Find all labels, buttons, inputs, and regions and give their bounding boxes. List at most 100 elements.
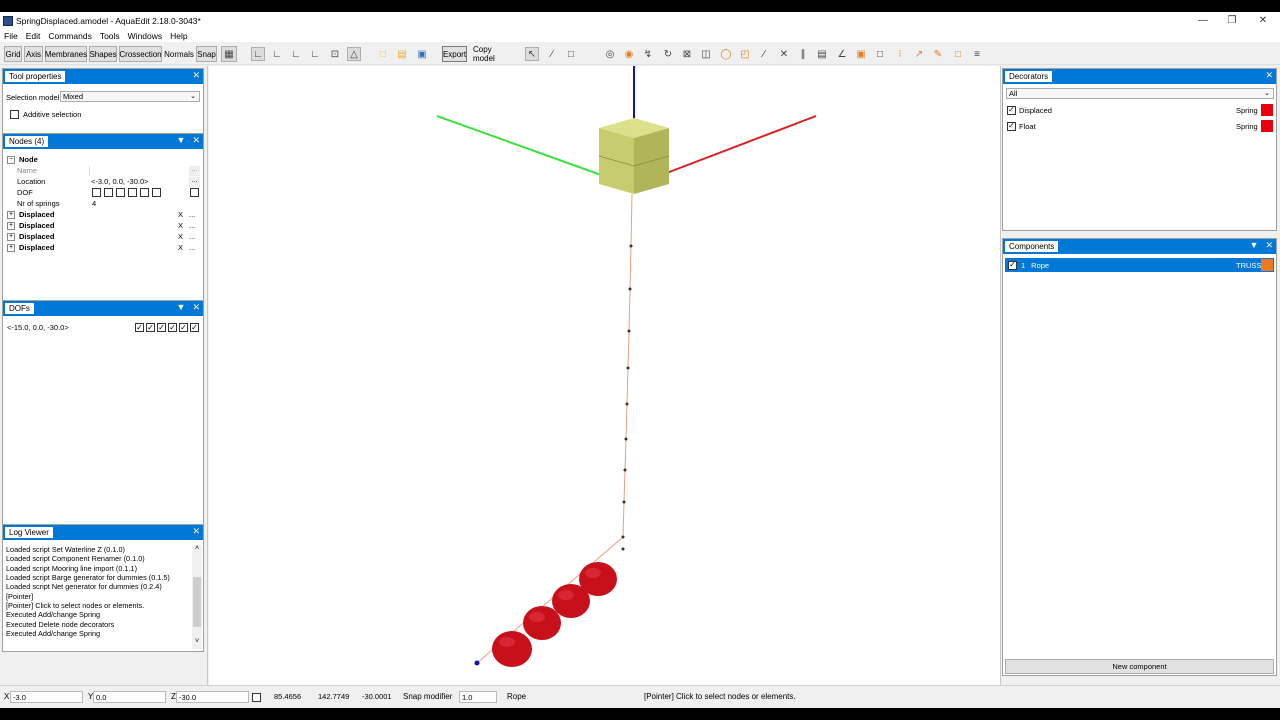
location-more-button[interactable]: ... [189,176,200,187]
collapse-icon[interactable]: − [7,155,15,164]
decorator-more-button[interactable]: ... [189,232,195,241]
x-input[interactable]: -3.0 [10,691,83,703]
mirror-tool-icon[interactable]: ◫ [699,47,713,61]
split-tool-icon[interactable]: ∕ [757,47,771,61]
float-tool-icon[interactable]: ◯ [719,47,733,61]
save-icon[interactable]: ▣ [415,47,429,61]
expand-icon[interactable]: + [7,221,15,230]
connect-tool-icon[interactable]: ↗ [912,47,926,61]
menu-windows[interactable]: Windows [128,31,162,41]
dof-checkbox[interactable] [128,188,137,197]
close-icon[interactable]: ✕ [1246,12,1280,29]
view-yz-icon[interactable]: ∟ [289,47,303,61]
decorator-more-button[interactable]: ... [189,210,195,219]
open-folder-icon[interactable]: ▤ [395,47,409,61]
crossection-toggle-button[interactable]: Crossection [119,46,162,62]
parallel-tool-icon[interactable]: ∥ [796,47,810,61]
decorator-row[interactable]: + Displaced X ... [3,220,203,231]
grid-toggle-button[interactable]: Grid [4,46,22,62]
decorator-checkbox[interactable]: ✓ [1007,121,1016,131]
name-field[interactable] [89,165,189,176]
component-color-swatch[interactable] [1261,259,1273,271]
edit-tool-icon[interactable]: ✎ [931,47,945,61]
dof-row[interactable]: <-15.0, 0.0, -30.0> ✓ ✓ ✓ ✓ ✓ ✓ [3,322,203,333]
anchor-box[interactable] [598,118,670,194]
snap-toggle-button[interactable]: Snap [196,46,217,62]
angle-tool-icon[interactable]: ∠ [835,47,849,61]
dof-checkbox[interactable] [92,188,101,197]
close-icon[interactable]: ✕ [192,302,200,313]
select-box-icon[interactable]: □ [873,47,887,61]
hatch-tool-icon[interactable]: ▤ [815,47,829,61]
close-icon[interactable]: ✕ [192,526,200,537]
rectangle-tool-icon[interactable]: □ [564,47,578,61]
sphere-tool-icon[interactable]: ◰ [738,47,752,61]
dof-all-checkbox[interactable] [190,188,199,197]
view-xz-icon[interactable]: ∟ [251,47,265,61]
dropdown-arrow-icon[interactable]: ▼ [177,302,186,313]
new-file-icon[interactable]: □ [376,47,390,61]
export-button[interactable]: Export [442,46,467,62]
close-icon[interactable]: ✕ [192,70,200,81]
expand-icon[interactable]: + [7,210,15,219]
decorator-more-button[interactable]: ... [189,221,195,230]
dof-checkbox[interactable]: ✓ [157,323,166,332]
name-more-button[interactable]: ... [189,165,200,176]
remove-decorator-button[interactable]: X [178,232,183,241]
dof-checkbox[interactable] [152,188,161,197]
decorator-color-swatch[interactable] [1261,104,1273,116]
dropdown-arrow-icon[interactable]: ▼ [177,135,186,146]
new-component-button[interactable]: New component [1005,659,1274,674]
snap-modifier-input[interactable]: 1.0 [459,691,497,703]
box-tool-icon[interactable]: ▣ [854,47,868,61]
membranes-toggle-button[interactable]: Membranes [45,46,87,62]
decorator-item[interactable]: ✓ Float Spring [1003,119,1276,133]
z-input[interactable]: -30.0 [176,691,249,703]
component-checkbox[interactable]: ✓ [1008,260,1017,270]
node-tool-icon[interactable]: ⁝ [893,47,907,61]
decorator-color-swatch[interactable] [1261,120,1273,132]
dof-checkbox[interactable] [140,188,149,197]
remove-decorator-button[interactable]: X [178,243,183,252]
cylinder-tool-icon[interactable]: ◉ [622,47,636,61]
scroll-up-icon[interactable]: ˄ [192,545,202,555]
remove-decorator-button[interactable]: X [178,210,183,219]
restore-icon[interactable]: ❐ [1215,12,1249,29]
view-xy-icon[interactable]: ∟ [270,47,284,61]
y-input[interactable]: 0.0 [93,691,166,703]
remove-decorator-button[interactable]: X [178,221,183,230]
selected-node[interactable] [474,660,480,666]
shapes-toggle-button[interactable]: Shapes [89,46,117,62]
log-scrollbar[interactable]: ˄ ˅ [192,545,202,649]
pointer-tool-icon[interactable]: ↖ [525,47,539,61]
decorator-row[interactable]: + Displaced X ... [3,209,203,220]
line-tool-icon[interactable]: ∕ [545,47,559,61]
menu-file[interactable]: File [4,31,18,41]
circle-tool-icon[interactable]: ◎ [603,47,617,61]
decorator-filter-select[interactable]: All ⌄ [1006,88,1274,99]
decorator-more-button[interactable]: ... [189,243,195,252]
relative-coords-checkbox[interactable] [252,693,261,702]
selection-model-select[interactable]: Mixed ⌄ [60,91,200,102]
dropdown-arrow-icon[interactable]: ▼ [1250,240,1259,251]
float-spheres[interactable] [492,562,617,667]
dof-checkbox[interactable]: ✓ [179,323,188,332]
view-iso-icon[interactable]: ∟ [308,47,322,61]
scale-tool-icon[interactable]: ⊠ [680,47,694,61]
location-value[interactable]: <-3.0, 0.0, -30.0> [91,177,149,186]
expand-icon[interactable]: + [7,232,15,241]
close-icon[interactable]: ✕ [1265,240,1273,251]
component-item[interactable]: ✓ 1 Rope TRUSS [1005,258,1274,272]
decorator-item[interactable]: ✓ Displaced Spring [1003,103,1276,117]
copy-model-button[interactable]: Copy model [470,45,513,63]
menu-tools[interactable]: Tools [100,31,120,41]
expand-icon[interactable]: + [7,243,15,252]
menu-edit[interactable]: Edit [26,31,41,41]
script-tool-icon[interactable]: ≡ [970,47,984,61]
decorator-row[interactable]: + Displaced X ... [3,242,203,253]
dof-checkbox[interactable]: ✓ [190,323,199,332]
menu-commands[interactable]: Commands [48,31,91,41]
dof-checkbox[interactable] [116,188,125,197]
close-icon[interactable]: ✕ [1265,70,1273,81]
dof-checkbox[interactable]: ✓ [135,323,144,332]
